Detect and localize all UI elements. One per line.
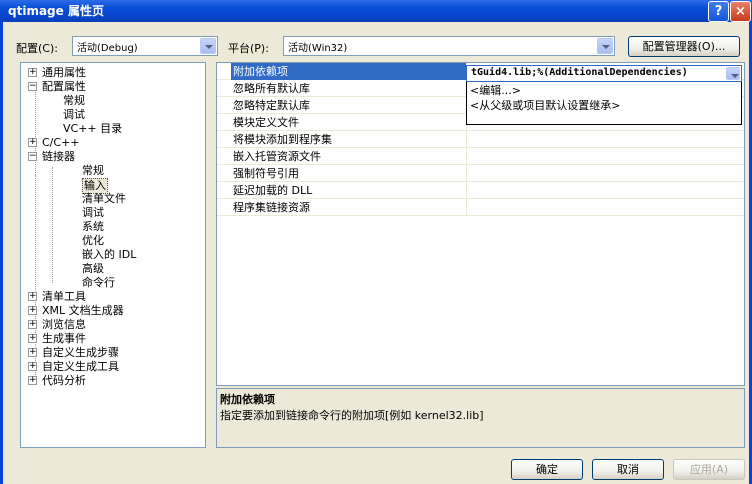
tree-item-label: 常规: [82, 164, 104, 177]
tree-guide: [35, 85, 36, 175]
config-label: 配置(C):: [16, 42, 58, 55]
help-button[interactable]: ?: [708, 1, 729, 22]
platform-select-value: 活动(Win32): [288, 43, 348, 54]
tree-item-label: 调试: [63, 108, 85, 121]
value-dropdown: <编辑...> <从父级或项目默认设置继承>: [466, 81, 742, 125]
expand-icon[interactable]: +: [28, 348, 37, 357]
tree-item-label: 常规: [63, 94, 85, 107]
tree-item-label: 自定义生成工具: [42, 360, 119, 373]
property-row[interactable]: 延迟加载的 DLL: [217, 182, 744, 199]
apply-button[interactable]: 应用(A): [673, 459, 745, 480]
expand-icon[interactable]: +: [28, 334, 37, 343]
collapse-icon[interactable]: −: [28, 152, 37, 161]
cancel-button[interactable]: 取消: [592, 459, 664, 480]
dropdown-item-inherit[interactable]: <从父级或项目默认设置继承>: [470, 99, 620, 113]
tree-item-label: 自定义生成步骤: [42, 346, 119, 359]
expand-icon[interactable]: +: [28, 292, 37, 301]
value-combo[interactable]: tGuid4.lib;%(AdditionalDependencies): [466, 65, 742, 82]
property-row[interactable]: 程序集链接资源: [217, 199, 744, 216]
property-name: 强制符号引用: [231, 165, 467, 182]
property-value[interactable]: [469, 165, 744, 182]
property-value[interactable]: [469, 131, 744, 148]
description-panel: 附加依赖项 指定要添加到链接命令行的附加项[例如 kernel32.lib]: [216, 388, 745, 448]
chevron-down-icon[interactable]: [726, 67, 740, 80]
tree-item-label: 命令行: [82, 276, 115, 289]
tree-item-label: 通用属性: [42, 66, 86, 79]
property-value[interactable]: [469, 199, 744, 216]
description-title: 附加依赖项: [220, 393, 275, 406]
title-bar: qtimage 属性页 ? ×: [0, 0, 752, 22]
tree-item-label: 调试: [82, 206, 104, 219]
config-select[interactable]: 活动(Debug): [72, 36, 218, 56]
expand-icon[interactable]: +: [28, 320, 37, 329]
tree-item-label: 高级: [82, 262, 104, 275]
expand-icon[interactable]: +: [28, 376, 37, 385]
ok-button[interactable]: 确定: [511, 459, 583, 480]
tree-item-label: 清单工具: [42, 290, 86, 303]
value-combo-text: tGuid4.lib;%(AdditionalDependencies): [471, 67, 688, 78]
chevron-down-icon[interactable]: [200, 38, 216, 54]
expand-icon[interactable]: +: [28, 306, 37, 315]
property-name: 附加依赖项: [231, 63, 467, 80]
tree-guide: [52, 167, 53, 283]
expand-icon[interactable]: +: [28, 138, 37, 147]
platform-label: 平台(P):: [228, 42, 269, 55]
chevron-down-icon[interactable]: [597, 38, 613, 54]
tree-item-label: 代码分析: [42, 374, 86, 387]
tree-item-label: 嵌入的 IDL: [82, 248, 137, 261]
config-select-value: 活动(Debug): [77, 43, 138, 54]
config-manager-button[interactable]: 配置管理器(O)...: [628, 36, 740, 57]
property-row[interactable]: 将模块添加到程序集: [217, 131, 744, 148]
property-name: 忽略所有默认库: [231, 80, 467, 97]
property-row[interactable]: 嵌入托管资源文件: [217, 148, 744, 165]
close-button[interactable]: ×: [730, 1, 751, 22]
tree-item-label: 清单文件: [82, 192, 126, 205]
property-name: 模块定义文件: [231, 114, 467, 131]
collapse-icon[interactable]: −: [28, 82, 37, 91]
tree-item-label: 生成事件: [42, 332, 86, 345]
tree-item-label: XML 文档生成器: [42, 304, 124, 317]
property-name: 延迟加载的 DLL: [231, 182, 467, 199]
window-title: qtimage 属性页: [8, 4, 104, 18]
property-row[interactable]: 强制符号引用: [217, 165, 744, 182]
property-name: 将模块添加到程序集: [231, 131, 467, 148]
property-value[interactable]: [469, 182, 744, 199]
tree-item-label: VC++ 目录: [63, 122, 123, 135]
expand-icon[interactable]: +: [28, 68, 37, 77]
tree-item-label: 浏览信息: [42, 318, 86, 331]
expand-icon[interactable]: +: [28, 362, 37, 371]
property-name: 嵌入托管资源文件: [231, 148, 467, 165]
property-name: 忽略特定默认库: [231, 97, 467, 114]
tree-item-label: 链接器: [42, 150, 75, 163]
tree-item-label: 配置属性: [42, 80, 86, 93]
description-text: 指定要添加到链接命令行的附加项[例如 kernel32.lib]: [220, 409, 484, 422]
property-name: 程序集链接资源: [231, 199, 467, 216]
property-value[interactable]: [469, 148, 744, 165]
tree-item-label: C/C++: [42, 136, 80, 149]
dropdown-item-edit[interactable]: <编辑...>: [470, 84, 521, 98]
tree-item-label: 优化: [82, 234, 104, 247]
platform-select[interactable]: 活动(Win32): [283, 36, 615, 56]
tree-item-label: 系统: [82, 220, 104, 233]
